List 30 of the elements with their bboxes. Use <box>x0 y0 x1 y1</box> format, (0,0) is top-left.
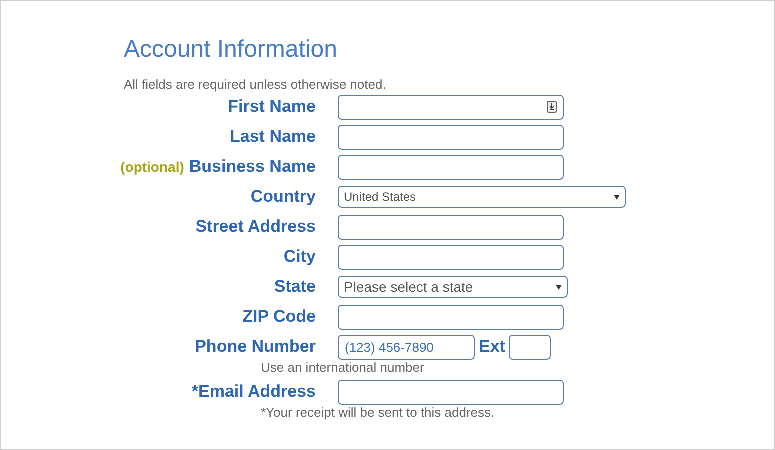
field-hint: *Your receipt will be sent to this address. <box>260 405 496 421</box>
caret-icon <box>614 194 620 200</box>
input-field[interactable] <box>338 124 564 150</box>
autofill-icon[interactable] <box>547 101 557 113</box>
field-label: First Name <box>228 97 316 117</box>
field-label: State <box>274 277 316 297</box>
input-field[interactable] <box>338 214 564 240</box>
optional-tag: (optional) <box>120 159 184 175</box>
form-note: All fields are required unless otherwise noted. <box>124 77 388 93</box>
dropdown[interactable]: Please select a state <box>338 276 568 298</box>
input-field[interactable] <box>338 304 564 330</box>
field-label: Last Name <box>230 127 316 147</box>
field-label: Street Address <box>196 217 316 237</box>
field-label: ZIP Code <box>242 307 316 327</box>
input-field[interactable] <box>338 94 564 120</box>
caret-icon <box>556 284 562 290</box>
field-label: *Email Address <box>192 382 316 402</box>
input-field[interactable] <box>338 380 564 404</box>
input-field[interactable] <box>509 334 552 360</box>
field-hint: Use an international number <box>260 360 426 376</box>
input-field[interactable] <box>338 244 564 270</box>
input-field[interactable]: (123) 456-7890 <box>338 334 475 360</box>
input-field[interactable] <box>338 154 564 180</box>
dropdown[interactable]: United States <box>338 186 626 208</box>
field-label: City <box>284 247 316 267</box>
field-label: Country <box>250 187 316 207</box>
field-label: Business Name <box>189 157 316 177</box>
field-label: Phone Number <box>195 337 316 357</box>
ext-label: Ext <box>479 337 506 357</box>
form-title: Account Information <box>124 35 338 65</box>
